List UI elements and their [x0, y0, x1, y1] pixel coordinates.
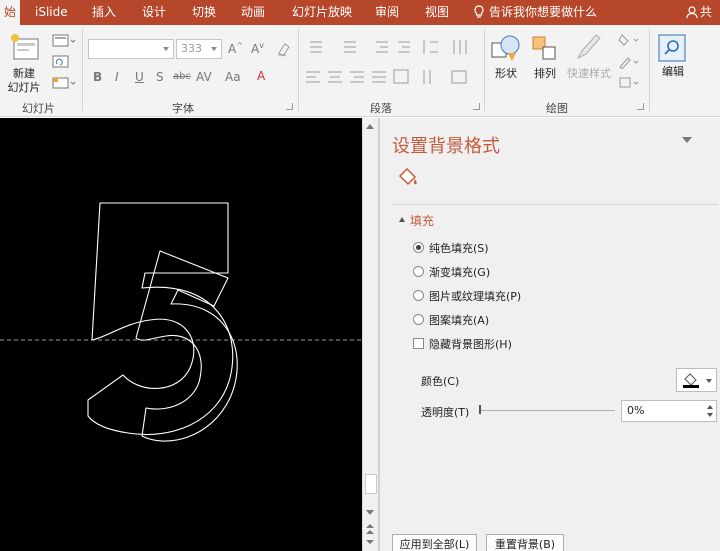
checkbox[interactable] [413, 338, 424, 349]
font-launcher-icon[interactable] [286, 103, 293, 110]
radio-button[interactable] [413, 290, 424, 301]
pane-divider [392, 204, 718, 205]
spin-up-icon[interactable] [707, 405, 713, 409]
slide-canvas[interactable] [0, 118, 362, 551]
new-slide-label-2: 幻灯片 [7, 81, 41, 94]
tab-insert[interactable]: 插入 [92, 0, 116, 25]
spin-down-icon[interactable] [707, 413, 713, 417]
tab-view[interactable]: 视图 [425, 0, 449, 25]
slide-number-five[interactable] [0, 118, 362, 551]
paragraph-icons[interactable] [304, 37, 480, 87]
group-label-slides: 幻灯片 [22, 102, 55, 115]
group-label-paragraph: 段落 [370, 102, 392, 115]
font-name-combo[interactable] [88, 39, 174, 59]
transparency-value: 0% [627, 404, 645, 417]
font-color-button[interactable]: A [257, 69, 265, 83]
font-size-value: 333 [181, 42, 202, 55]
prev-slide-icon[interactable] [366, 524, 374, 528]
group-divider [649, 29, 650, 111]
quick-styles-icon [576, 34, 601, 60]
grow-font-icon[interactable]: A^ [228, 41, 243, 56]
transparency-spinner[interactable]: 0% [621, 400, 717, 422]
next-slide-icon[interactable] [366, 540, 374, 544]
lightbulb-icon [474, 5, 484, 18]
change-case-button[interactable]: Aa [225, 70, 241, 84]
radio-label: 图案填充(A) [429, 314, 490, 327]
layout-icon[interactable] [52, 34, 76, 48]
reset-icon[interactable] [52, 55, 76, 69]
radio-button[interactable] [413, 314, 424, 325]
shape-fill-icon[interactable] [618, 33, 640, 47]
new-slide-icon [11, 34, 39, 60]
arrange-label: 排列 [534, 67, 556, 80]
italic-button[interactable]: I [115, 70, 119, 84]
new-slide-label-1: 新建 [13, 67, 35, 80]
person-icon [686, 6, 698, 19]
section-icon[interactable] [52, 76, 76, 90]
slide-vertical-scrollbar[interactable] [362, 118, 378, 551]
reset-background-button[interactable]: 重置背景(B) [486, 534, 564, 551]
apply-to-all-button[interactable]: 应用到全部(L) [392, 534, 477, 551]
radio-label: 渐变填充(G) [429, 266, 491, 279]
scroll-thumb[interactable] [365, 474, 377, 494]
transparency-slider-thumb[interactable] [479, 405, 481, 414]
color-label: 颜色(C) [421, 375, 460, 388]
radio-button[interactable] [413, 266, 424, 277]
scroll-up-icon[interactable] [366, 124, 374, 129]
format-background-pane: 设置背景格式 填充 纯色填充(S) 渐变填充(G) 图片或纹理填充(P) 图案填… [380, 118, 720, 551]
share-button[interactable]: 共享 [686, 0, 720, 44]
ribbon-tab-bar: 始 iSlide 插入 设计 切换 动画 幻灯片放映 审阅 视图 告诉我你想要做… [0, 0, 720, 44]
group-divider [484, 29, 485, 111]
collapse-triangle-icon[interactable] [399, 217, 405, 222]
shape-outline-icon[interactable] [618, 55, 640, 69]
color-picker-button[interactable] [676, 368, 717, 392]
ribbon: 新建 幻灯片 幻灯片 333 A^ Av B I U S abc AV Aa A… [0, 25, 720, 117]
arrange-icon [532, 36, 556, 60]
checkbox-label: 隐藏背景图形(H) [429, 338, 512, 351]
group-label-drawing: 绘图 [546, 102, 568, 115]
char-spacing-button[interactable]: AV [196, 70, 212, 84]
tab-animations[interactable]: 动画 [241, 0, 265, 25]
powerpoint-window: 始 iSlide 插入 设计 切换 动画 幻灯片放映 审阅 视图 告诉我你想要做… [0, 0, 720, 551]
group-label-font: 字体 [172, 102, 194, 115]
group-divider [298, 29, 299, 111]
radio-button[interactable] [413, 242, 424, 253]
find-icon [658, 34, 686, 62]
paint-bucket-icon [683, 373, 699, 388]
tab-slideshow[interactable]: 幻灯片放映 [292, 0, 352, 25]
tell-me-text: 告诉我你想要做什么 [489, 5, 598, 19]
tab-home[interactable]: 始 [0, 0, 21, 25]
pane-title: 设置背景格式 [392, 136, 500, 157]
shrink-font-icon[interactable]: Av [251, 41, 264, 56]
editing-label: 编辑 [662, 65, 684, 78]
group-divider [82, 29, 83, 111]
scroll-down-icon[interactable] [366, 510, 374, 515]
pane-options-chevron-icon[interactable] [682, 137, 692, 143]
transparency-slider-track[interactable] [480, 410, 615, 411]
clear-format-icon[interactable] [276, 41, 292, 57]
bold-button[interactable]: B [93, 70, 102, 84]
quick-styles-label: 快速样式 [567, 67, 611, 80]
drawing-launcher-icon[interactable] [637, 103, 644, 110]
shapes-icon [491, 35, 520, 61]
fill-section-title[interactable]: 填充 [410, 212, 434, 229]
transparency-label: 透明度(T) [421, 406, 470, 419]
font-size-combo[interactable]: 333 [176, 39, 222, 59]
shapes-label: 形状 [495, 67, 517, 80]
tab-review[interactable]: 审阅 [375, 0, 399, 25]
tab-transitions[interactable]: 切换 [192, 0, 216, 25]
shape-effects-icon[interactable] [618, 76, 640, 90]
underline-button[interactable]: U [135, 70, 144, 84]
radio-label: 纯色填充(S) [429, 242, 489, 255]
strikethrough-button[interactable]: abc [173, 71, 191, 82]
tell-me-box[interactable]: 告诉我你想要做什么 [473, 0, 597, 25]
tab-design[interactable]: 设计 [142, 0, 166, 25]
prev-slide-icon-2 [366, 530, 374, 534]
tab-islide[interactable]: iSlide [35, 0, 68, 25]
shadow-button[interactable]: S [156, 70, 164, 84]
fill-bucket-icon[interactable] [396, 166, 420, 190]
paragraph-launcher-icon[interactable] [473, 103, 480, 110]
radio-label: 图片或纹理填充(P) [429, 290, 522, 303]
